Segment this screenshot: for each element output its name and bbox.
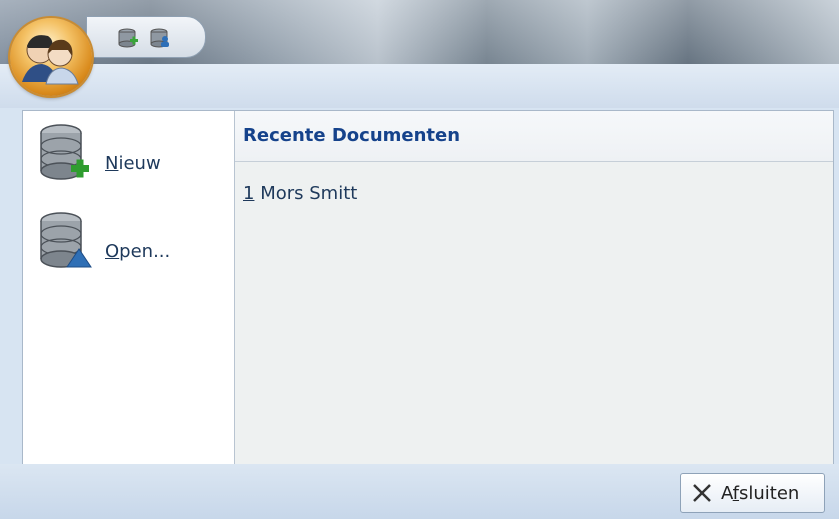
recent-document-name: Mors Smitt	[260, 183, 358, 204]
database-user-icon[interactable]	[149, 27, 171, 49]
menu-header-band	[0, 64, 839, 108]
application-menu-button[interactable]	[10, 18, 92, 96]
people-logo-icon	[22, 35, 79, 85]
open-label: Open...	[105, 241, 171, 262]
application-menu: Nieuw Open... Recente Documenten 1 Mors …	[22, 110, 834, 465]
database-add-icon	[37, 123, 93, 189]
recent-documents-panel: Recente Documenten 1 Mors Smitt	[235, 111, 833, 464]
recent-documents-header: Recente Documenten	[235, 111, 833, 162]
new-menu-item[interactable]: Nieuw	[37, 123, 217, 191]
recent-documents-title: Recente Documenten	[243, 125, 461, 146]
database-add-icon[interactable]	[117, 27, 139, 49]
exit-button[interactable]: Afsluiten	[680, 473, 825, 513]
close-icon	[691, 482, 713, 508]
quick-access-toolbar	[86, 16, 206, 58]
recent-document-item[interactable]: 1 Mors Smitt	[243, 183, 357, 204]
open-menu-item[interactable]: Open...	[37, 211, 217, 279]
exit-label: Afsluiten	[721, 483, 800, 504]
new-label: Nieuw	[105, 153, 161, 174]
recent-document-index: 1	[243, 183, 255, 204]
database-open-icon	[37, 211, 93, 277]
menu-commands-panel: Nieuw Open...	[23, 111, 235, 464]
